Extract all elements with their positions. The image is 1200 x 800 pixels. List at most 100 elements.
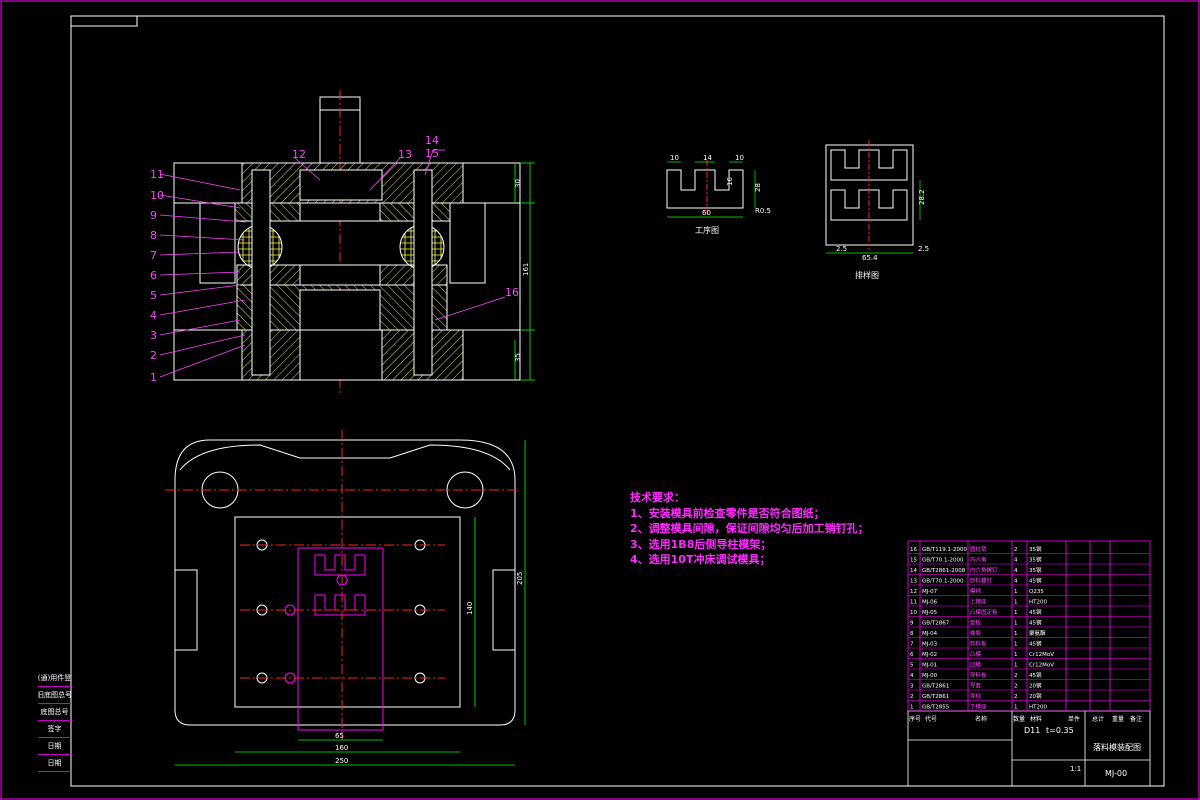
label-5: 5 [150, 289, 157, 302]
bom-cell: 上模座 [970, 598, 987, 606]
technical-requirements: 技术要求： 1、安装模具前检查零件是否符合图纸； 2、调整模具间隙，保证间隙均匀… [630, 490, 869, 568]
bom-cell: 橡胶 [970, 629, 982, 637]
label-13: 13 [398, 148, 412, 161]
bom-cell: 2 [910, 694, 914, 700]
drawing-code: MJ-00 [1105, 769, 1127, 778]
bom-cell: 1 [1014, 705, 1018, 711]
bom-cell: 9 [910, 621, 914, 627]
dim-plan-65: 65 [335, 732, 344, 740]
side-row-3: 底图总号 [38, 704, 71, 721]
dim-plan-140: 140 [466, 602, 474, 615]
bom-cell: 45钢 [1029, 640, 1042, 648]
proc-dim-2: 14 [703, 154, 712, 162]
tech-heading: 技术要求： [630, 491, 685, 504]
plan-view [165, 430, 526, 766]
label-6: 6 [150, 269, 157, 282]
bom-cell: 卸料螺钉 [970, 577, 993, 585]
bom-cell: 导套 [970, 682, 982, 690]
bom-cell: MJ-06 [922, 600, 938, 606]
bom-cell: 3 [910, 684, 914, 690]
bom-cell: 20钢 [1029, 692, 1042, 700]
bom-cell: GB/T2855 [922, 705, 950, 711]
label-4: 4 [150, 309, 157, 322]
dim-base-thickness: 35 [514, 353, 522, 362]
bom-cell: 13 [910, 579, 917, 585]
bom-cell: MJ-04 [922, 631, 938, 637]
bom-cell: 5 [910, 663, 914, 669]
label-9: 9 [150, 209, 157, 222]
bom-cell: GB/T2867 [922, 621, 950, 627]
bom-cell: MJ-07 [922, 589, 938, 595]
bom-cell: MJ-02 [922, 652, 937, 658]
bom-cell: 1 [1014, 631, 1018, 637]
bom-cell: 凸模 [970, 650, 982, 658]
bom-cell: 35钢 [1029, 556, 1042, 564]
layout-drawing [825, 140, 921, 254]
bom-cell: HT200 [1029, 600, 1047, 606]
bom-header: 材料 [1030, 715, 1042, 723]
bom-cell: 卸料板 [970, 640, 987, 648]
layout-dim-width: 65.4 [862, 254, 878, 262]
label-14: 14 [425, 134, 439, 147]
bom-cell: HT200 [1029, 705, 1047, 711]
bom-cell: 12 [910, 589, 917, 595]
bom-cell: 1 [910, 705, 914, 711]
bom-cell: MJ-03 [922, 642, 938, 648]
bom-cell: 7 [910, 642, 914, 648]
proc-dim-5: 28 [754, 183, 762, 192]
label-2: 2 [150, 349, 157, 362]
bom-cell: 45钢 [1029, 671, 1042, 679]
bom-cell: Q235 [1029, 589, 1044, 595]
bom-cell: 导料板 [970, 671, 987, 679]
bom-cell: Cr12MoV [1029, 663, 1054, 669]
bom-cell: 1 [1014, 600, 1018, 606]
proc-dim-1: 10 [670, 154, 679, 162]
corner-box [70, 15, 138, 27]
bom-cell: 10 [910, 610, 917, 616]
bom-cell: 内六角螺钉 [970, 566, 998, 574]
bom-cell: 下模座 [970, 703, 987, 711]
thickness-text: t=0.35 [1046, 726, 1074, 735]
bom-cell: 2 [1014, 694, 1018, 700]
label-12: 12 [292, 148, 306, 161]
bom-cell: 1 [1014, 589, 1018, 595]
label-11: 11 [150, 168, 164, 181]
bom-cell: 20钢 [1029, 682, 1042, 690]
bom-cell: GB/T70.1-2000 [922, 558, 964, 564]
bom-cell: GB/T70.1-2000 [922, 579, 964, 585]
proc-dim-4: 16 [726, 177, 734, 186]
layout-drawing-title: 排样图 [855, 270, 879, 280]
bom-cell: 4 [1014, 579, 1018, 585]
bom-cell: 16 [910, 547, 917, 553]
bom-cell: 2 [1014, 684, 1018, 690]
label-10: 10 [150, 189, 164, 202]
bom-cell: 凹模 [970, 661, 982, 669]
label-3: 3 [150, 329, 157, 342]
process-drawing-title: 工序图 [695, 225, 719, 235]
label-15: 15 [425, 147, 439, 160]
dim-plan-250: 250 [335, 757, 348, 765]
side-row-5: 日期 [38, 738, 71, 755]
cad-drawing: 1 2 3 4 5 6 7 8 9 10 11 12 13 14 15 16 3… [0, 0, 1200, 800]
bom-cell: 6 [910, 652, 914, 658]
bom-cell: 45钢 [1029, 619, 1042, 627]
layout-dim-1: 28.2 [918, 189, 926, 205]
bom-cell: 45钢 [1029, 608, 1042, 616]
bom-cell: 内六角 [970, 556, 987, 564]
bom-cell: 15 [910, 558, 917, 564]
tech-item-3: 3、选用1B8后侧导柱模架； [630, 537, 772, 551]
bom-header: 备注 [1130, 715, 1142, 723]
bom-cell: Cr12MoV [1029, 652, 1054, 658]
bom-cell: 1 [1014, 663, 1018, 669]
tech-item-4: 4、选用10T冲床调试模具； [630, 553, 771, 566]
bom-rows: 16 GB/T119.1-2000 圆柱销 2 35钢15 GB/T70.1-2000 内六… [908, 545, 1150, 723]
bom-cell: MJ-01 [922, 663, 937, 669]
layout-dim-2: 2.5 [836, 245, 847, 253]
dim-top-thickness: 30 [514, 179, 522, 188]
proc-dim-width: 60 [702, 209, 711, 217]
bom-cell: 聚氨酯 [1029, 629, 1046, 637]
proc-dim-3: 10 [735, 154, 744, 162]
bom-cell: 4 [910, 673, 914, 679]
bom-cell: 45钢 [1029, 577, 1042, 585]
bom-header: 代号 [925, 715, 937, 723]
